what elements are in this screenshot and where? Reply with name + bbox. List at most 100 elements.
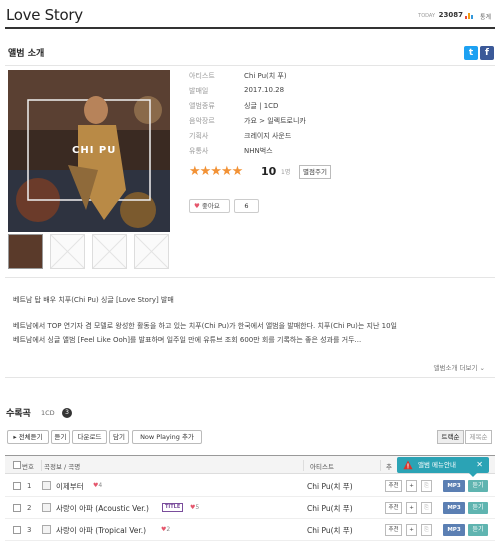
rater-count: 1명 [281,169,291,176]
description-headline: 베트남 탑 배우 치푸(Chi Pu) 싱글 [Love Story] 발매 [13,296,174,304]
listen-button[interactable]: 듣기 [468,502,488,514]
track-checkbox[interactable] [13,482,21,490]
like-label: 좋아요 [201,202,220,210]
share-icon[interactable]: ⎘ [421,502,432,514]
album-intro-more-link[interactable]: 앨범소개 더보기 ⌄ [434,362,485,372]
mp3-button[interactable]: MP3 [443,524,465,536]
track-checkbox[interactable] [13,504,21,512]
track-artist[interactable]: Chi Pu(치 푸) [307,481,353,492]
twitter-share-button[interactable]: t [464,46,478,60]
header-title: 곡정보 / 곡명 [44,463,81,471]
tooltip-arrow [469,473,477,477]
thumbnail-1[interactable] [8,234,43,269]
track-title[interactable]: 사랑이 아파 (Tropical Ver.) [56,525,146,536]
share-icon[interactable]: ⎘ [421,480,432,492]
tooltip-text: 앨범 메뉴안내 [418,461,456,469]
track-title[interactable]: 사랑이 아파 (Acoustic Ver.) [56,503,149,514]
divider [5,65,495,66]
add-button[interactable]: + [406,524,417,536]
header-extra: 추 [386,463,392,471]
select-all-checkbox[interactable] [13,461,21,469]
add-button[interactable]: + [406,480,417,492]
sort-track-button[interactable]: 트랙순 [437,430,464,444]
info-label: 발매일 [189,87,209,95]
album-menu-tooltip[interactable]: 앨범 메뉴안내 ✕ [397,457,489,477]
tracks-title: 수록곡 [6,409,31,419]
track-checkbox[interactable] [13,526,21,534]
header-separator [41,460,42,471]
rate-button[interactable]: 별점주기 [299,165,331,179]
today-label: TODAY [418,13,435,19]
header-separator [380,460,381,471]
download-button[interactable]: 다운로드 [72,430,107,444]
track-like-count: 5 [195,504,200,511]
listen-button[interactable]: 듣기 [468,480,488,492]
track-number: 1 [27,482,32,490]
stats-chart-icon[interactable] [465,12,473,19]
track-likes: ♥5 [190,504,199,511]
album-cover[interactable]: CHI PU [8,70,170,232]
info-value: 크레이지 사운드 [244,132,292,140]
page-header: Love Story TODAY 23087 통계 [5,3,495,29]
play-button[interactable]: 듣기 [51,430,70,444]
recommend-button[interactable]: 추천 [385,524,402,536]
track-row: 1 이제부터 ♥4 Chi Pu(치 푸) 추천 + ⎘ MP3 듣기 [5,475,495,497]
track-info-icon[interactable] [42,503,51,512]
mp3-button[interactable]: MP3 [443,502,465,514]
today-count: 23087 [438,11,463,19]
listen-button[interactable]: 듣기 [468,524,488,536]
track-count-badge: 3 [62,408,72,418]
info-label: 아티스트 [189,72,215,80]
header-artist: 아티스트 [310,463,334,471]
info-value: NHN벅스 [244,147,273,155]
close-icon[interactable]: ✕ [476,457,483,473]
thumbnail-2[interactable] [50,234,85,269]
tracks-cd-label: 1CD [41,409,55,417]
info-label: 음악장르 [189,117,215,125]
cover-text: CHI PU [72,145,117,156]
track-title[interactable]: 이제부터 [56,481,84,492]
track-number: 2 [27,504,32,512]
artist-link[interactable]: Chi Pu(치 푸) [244,71,287,81]
description-text-line: 베트남에서 TOP 연기자 겸 모델로 왕성한 활동을 하고 있는 치푸(Chi… [13,322,397,330]
info-label: 앨범종류 [189,102,215,110]
header-separator [303,460,304,471]
now-playing-add-button[interactable]: Now Playing 추가 [132,430,202,444]
track-number: 3 [27,526,32,534]
warning-icon [403,460,413,470]
info-value: 2017.10.28 [244,86,285,94]
divider [5,277,495,278]
rating-stars: ★★★★★ [189,164,243,179]
recommend-button[interactable]: 추천 [385,480,402,492]
like-button[interactable]: ♥ 좋아요 [189,199,230,213]
page-title: Love Story [6,6,83,24]
track-row: 3 사랑이 아파 (Tropical Ver.) ♥2 Chi Pu(치 푸) … [5,519,495,541]
track-likes: ♥2 [161,526,170,533]
thumbnail-3[interactable] [92,234,127,269]
genre-link[interactable]: 가요 > 일렉트로니카 [244,116,306,126]
sort-title-button[interactable]: 제목순 [465,430,492,444]
track-info-icon[interactable] [42,525,51,534]
facebook-share-button[interactable]: f [480,46,494,60]
add-button[interactable]: + [406,502,417,514]
stats-link[interactable]: 통계 [480,12,491,21]
add-to-playlist-button[interactable]: 담기 [109,430,129,444]
mp3-button[interactable]: MP3 [443,480,465,492]
info-value: 싱글 | 1CD [244,102,279,110]
header-no: 번호 [22,463,34,471]
album-intro-title: 앨범 소개 [8,49,45,59]
track-artist[interactable]: Chi Pu(치 푸) [307,525,353,536]
description-text-line: 베트남에서 싱글 앨범 [Feel Like Ooh]를 발표하며 일주일 만에… [13,336,362,344]
cover-thumbnails [8,234,170,271]
heart-icon: ♥ [194,202,200,210]
track-row: 2 사랑이 아파 (Acoustic Ver.) TITLE ♥5 Chi Pu… [5,497,495,519]
like-count: 6 [234,199,259,213]
thumbnail-4[interactable] [134,234,169,269]
play-all-button[interactable]: ▸ 전체듣기 [7,430,49,444]
track-info-icon[interactable] [42,481,51,490]
share-icon[interactable]: ⎘ [421,524,432,536]
recommend-button[interactable]: 추천 [385,502,402,514]
track-like-count: 2 [166,526,171,533]
track-artist[interactable]: Chi Pu(치 푸) [307,503,353,514]
info-label: 기획사 [189,132,209,140]
